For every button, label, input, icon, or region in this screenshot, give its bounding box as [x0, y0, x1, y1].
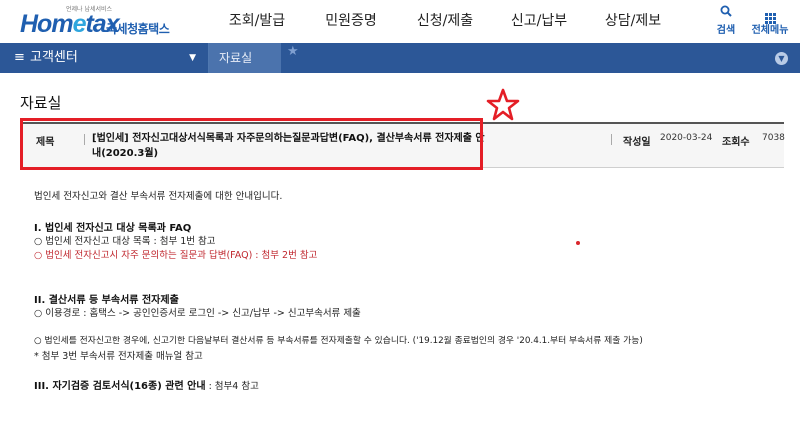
- annotation-star-icon: [486, 88, 520, 121]
- section-3-title: III. 자기검증 검토서식(16종) 관련 안내: [34, 381, 206, 392]
- views-label: 조회수: [722, 137, 750, 148]
- page-title: 자료실: [20, 94, 62, 112]
- hamburger-icon: ≡: [14, 50, 25, 65]
- annotation-dot: [576, 241, 580, 245]
- section-label: 고객센터: [30, 50, 78, 65]
- section-2-line-1: ○ 이용경로 : 홈택스 -> 공인인증서로 로그인 -> 신고/납부 -> 신…: [34, 308, 361, 319]
- article-date: 2020-03-24: [660, 133, 713, 143]
- hometax-logo[interactable]: 언제나 납세서비스 Hometax 국세청홈택스: [20, 4, 170, 40]
- section-2-title: II. 결산서류 등 부속서류 전자제출: [34, 295, 179, 306]
- location-bar: ≡ 고객센터 ▼ 자료실 ★ ▼: [0, 43, 800, 73]
- gnb-item-inquiry[interactable]: 조회/발급: [210, 0, 304, 43]
- grid-menu-icon: [748, 5, 792, 24]
- intro-text: 법인세 전자신고와 결산 부속서류 전자제출에 대한 안내입니다.: [34, 191, 283, 202]
- search-label: 검색: [716, 25, 736, 36]
- gnb-item-certificate[interactable]: 민원증명: [304, 0, 398, 43]
- gnb-item-filing[interactable]: 신고/납부: [492, 0, 586, 43]
- gnb-item-application[interactable]: 신청/제출: [398, 0, 492, 43]
- logo-wordmark-e: e: [72, 10, 87, 38]
- section-2-line-2: ○ 법인세를 전자신고한 경우에, 신고기한 다음날부터 결산서류 등 부속서류…: [34, 336, 643, 346]
- logo-wordmark: Hometax: [20, 10, 120, 39]
- section-3-line: III. 자기검증 검토서식(16종) 관련 안내 : 첨부4 참고: [34, 377, 259, 392]
- date-label: 작성일: [623, 137, 651, 148]
- section-1-line-1: ○ 법인세 전자신고 대상 목록 : 첨부 1번 참고: [34, 236, 216, 247]
- logo-wordmark-prefix: Hom: [20, 10, 74, 38]
- breadcrumb-current[interactable]: 자료실: [209, 43, 281, 73]
- all-menu-label: 전체메뉴: [751, 25, 789, 36]
- search-button[interactable]: 검색: [711, 5, 741, 36]
- section-1-title: I. 법인세 전자신고 대상 목록과 FAQ: [34, 223, 192, 234]
- section-1-line-2: ○ 법인세 전자신고시 자주 문의하는 질문과 답변(FAQ) : 첨부 2번 …: [34, 250, 318, 261]
- divider: [611, 134, 612, 145]
- favorite-star-icon[interactable]: ★: [287, 43, 299, 61]
- search-icon: [711, 5, 741, 21]
- caret-down-icon: ▼: [189, 53, 196, 63]
- global-nav: 조회/발급 민원증명 신청/제출 신고/납부 상담/제보: [210, 0, 680, 43]
- gnb-item-consult[interactable]: 상담/제보: [586, 0, 680, 43]
- section-2-line-3: * 첨부 3번 부속서류 전자제출 매뉴얼 참고: [34, 351, 203, 362]
- section-3-note: : 첨부4 참고: [205, 381, 259, 392]
- top-header: 언제나 납세서비스 Hometax 국세청홈택스 조회/발급 민원증명 신청/제…: [0, 0, 800, 43]
- logo-subtitle: 국세청홈택스: [106, 22, 170, 36]
- all-menu-button[interactable]: 전체메뉴: [748, 5, 792, 36]
- section-dropdown[interactable]: ≡ 고객센터 ▼: [0, 43, 208, 73]
- article-views: 7038: [762, 133, 785, 143]
- chevron-down-icon[interactable]: ▼: [775, 52, 788, 65]
- annotation-highlight-box: [20, 118, 483, 170]
